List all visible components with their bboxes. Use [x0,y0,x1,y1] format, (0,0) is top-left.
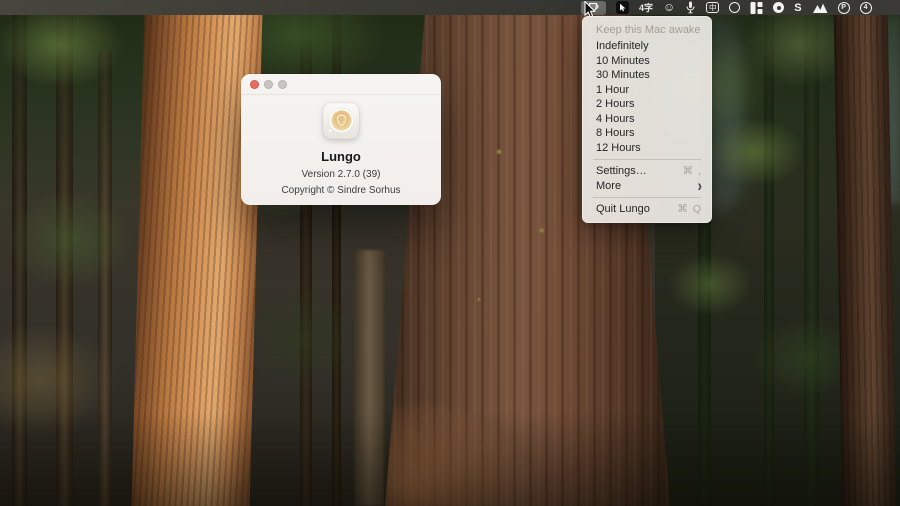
lungo-about-window: Lungo Version 2.7.0 (39) Copyright © Sin… [241,74,441,205]
input-source-icon[interactable]: 4字 [639,1,653,14]
menu-item-indefinitely[interactable]: Indefinitely [583,39,711,54]
menu-item-keep-this-mac-awake: Keep this Mac awake [583,22,711,38]
menu-item-label: Keep this Mac awake [596,24,702,36]
menu-separator [593,159,701,160]
menu-item-label: 30 Minutes [596,69,702,81]
menu-item-label: Quit Lungo [596,203,677,215]
menu-item-label: Settings… [596,165,683,177]
menu-item-10-minutes[interactable]: 10 Minutes [583,54,711,69]
about-window-body: Lungo Version 2.7.0 (39) Copyright © Sin… [241,95,441,196]
menu-item-label: 8 Hours [596,127,702,139]
menu-item-label: More [596,180,698,192]
mouse-cursor [584,1,596,19]
menu-item-label: 2 Hours [596,98,702,110]
record-dot-icon[interactable] [773,2,784,13]
menu-bar-status-icons: 4字 ☺ 中 S [581,1,872,14]
lungo-app-icon [322,102,360,140]
s-app-icon[interactable]: S [794,1,801,14]
mountains-icon[interactable] [812,1,828,14]
circle-outline-icon[interactable] [729,2,740,13]
chinese-ime-icon[interactable]: 中 [706,2,719,13]
app-copyright: Copyright © Sindre Sorhus [281,185,400,196]
window-tiles-icon[interactable] [750,1,763,14]
p-badge-icon[interactable]: P [838,2,850,14]
menu-bar: 4字 ☺ 中 S [0,0,900,15]
app-version: Version 2.7.0 (39) [302,169,381,180]
menu-item-2-hours[interactable]: 2 Hours [583,97,711,112]
wallpaper-vignette [0,411,900,506]
emoji-smiley-icon[interactable]: ☺ [663,1,675,14]
four-badge-icon[interactable]: 4 [860,2,872,14]
menu-item-label: Indefinitely [596,40,702,52]
cursor-app-icon[interactable] [616,1,629,14]
wallpaper-forest [0,0,900,506]
menu-item-label: 1 Hour [596,84,702,96]
menu-item-8-hours[interactable]: 8 Hours [583,126,711,141]
desktop-screen: 4字 ☺ 中 S [0,0,900,506]
menu-item-label: 4 Hours [596,113,702,125]
menu-separator [593,197,701,198]
window-titlebar[interactable] [241,74,441,95]
menu-item-30-minutes[interactable]: 30 Minutes [583,68,711,83]
menu-item-4-hours[interactable]: 4 Hours [583,112,711,127]
lungo-status-menu: Keep this Mac awake Indefinitely 10 Minute… [582,16,712,223]
menu-item-12-hours[interactable]: 12 Hours [583,141,711,156]
menu-item-shortcut: ⌘ Q [677,203,702,215]
menu-item-quit-lungo[interactable]: Quit Lungo⌘ Q [583,202,711,217]
menu-item-label: 12 Hours [596,142,702,154]
minimize-button[interactable] [264,80,273,89]
close-button[interactable] [250,80,259,89]
menu-item-settings[interactable]: Settings…⌘ , [583,164,711,179]
menu-item-label: 10 Minutes [596,55,702,67]
app-name: Lungo [321,149,361,164]
menu-item-more[interactable]: More› [583,179,711,194]
zoom-button[interactable] [278,80,287,89]
microphone-icon[interactable] [685,1,696,14]
menu-item-1-hour[interactable]: 1 Hour [583,83,711,98]
submenu-chevron-icon: › [698,180,702,193]
